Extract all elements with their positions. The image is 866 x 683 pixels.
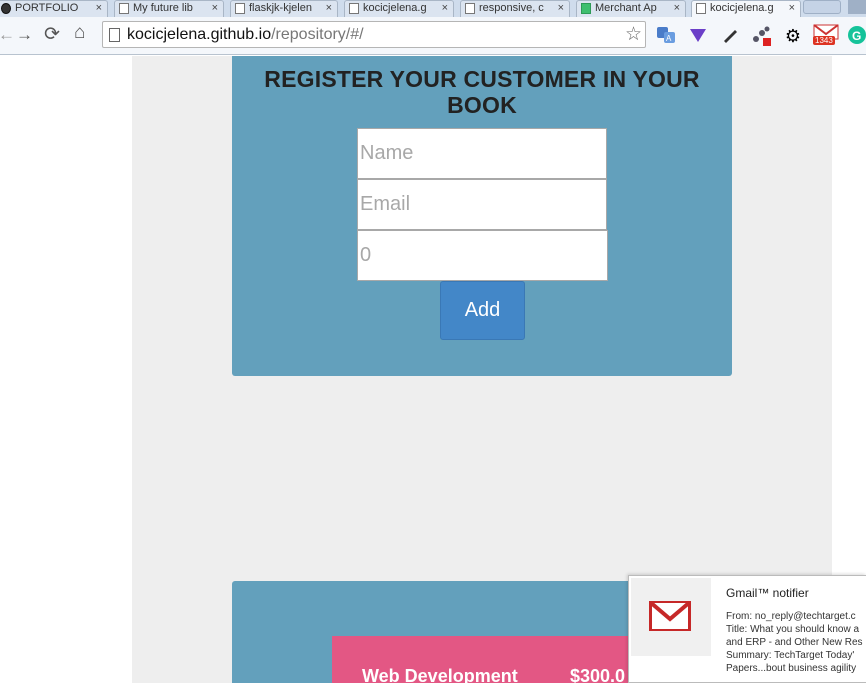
tab-title: kocicjelena.g [363, 2, 427, 14]
gmail-extension-icon[interactable]: 1343 [813, 24, 839, 48]
tab-title: PORTFOLIO [15, 2, 79, 14]
browser-toolbar: ← → ⟳ ⌂ kocicjelena.github.io/repository… [0, 17, 866, 55]
tab-title: Merchant Ap [595, 2, 657, 14]
tab-title: flaskjk-kjelen [249, 2, 312, 14]
url-text[interactable]: kocicjelena.github.io/repository/#/ [127, 26, 364, 44]
email-input[interactable] [357, 179, 607, 230]
notifier-line: Summary: TechTarget Today' [726, 650, 855, 661]
add-button[interactable]: Add [440, 281, 525, 340]
vivaldi-extension-icon[interactable] [687, 25, 709, 47]
tab-merchant-ap[interactable]: Merchant Ap × [576, 0, 686, 17]
tab-title: My future lib [133, 2, 193, 14]
url-path: /repository/#/ [271, 26, 364, 43]
home-icon[interactable]: ⌂ [74, 22, 85, 44]
gmail-notifier-popup[interactable]: Gmail™ notifier From: no_reply@techtarge… [628, 575, 866, 683]
tab-responsive[interactable]: responsive, c × [460, 0, 570, 17]
tab-title: kocicjelena.g [710, 2, 774, 14]
notifier-title: Gmail™ notifier [726, 586, 809, 600]
notifier-line: From: no_reply@techtarget.c [726, 611, 856, 622]
close-tab-icon[interactable]: × [789, 1, 795, 15]
close-tab-icon[interactable]: × [442, 1, 448, 15]
tab-title: responsive, c [479, 2, 544, 14]
tab-portfolio[interactable]: PORTFOLIO × [0, 0, 108, 17]
service-price: $300.0 [570, 666, 626, 683]
back-arrow-icon[interactable]: ← [0, 25, 15, 45]
pen-extension-icon[interactable] [719, 25, 741, 47]
tab-kocicjelena-active[interactable]: kocicjelena.g × [691, 0, 801, 17]
reload-icon[interactable]: ⟳ [44, 23, 60, 46]
new-tab-button[interactable] [803, 0, 841, 14]
notifier-line: Papers...bout business agility [726, 663, 857, 674]
notifier-line: Title: What you should know a [726, 624, 860, 635]
page-favicon-icon [349, 3, 359, 14]
grammarly-extension-icon[interactable]: G [846, 25, 866, 47]
forward-arrow-icon[interactable]: → [16, 25, 33, 45]
page-favicon-icon [235, 3, 245, 14]
translate-extension-icon[interactable]: A [655, 25, 677, 47]
notifier-line: and ERP - and Other New Res [726, 637, 863, 648]
tab-my-future-lib[interactable]: My future lib × [114, 0, 224, 17]
notifier-body: From: no_reply@techtarget.c Title: What … [726, 610, 866, 675]
service-name: Web Development [362, 666, 518, 683]
unread-count-badge: 1343 [813, 36, 835, 45]
network-extension-icon[interactable] [751, 25, 773, 47]
number-input[interactable] [357, 230, 608, 281]
window-control-icon[interactable] [848, 0, 866, 14]
tab-kocicjelena-1[interactable]: kocicjelena.g × [344, 0, 454, 17]
portfolio-favicon-icon [1, 3, 11, 14]
svg-text:A: A [666, 34, 672, 43]
url-host: kocicjelena.github.io [127, 26, 272, 43]
svg-text:G: G [852, 29, 861, 43]
close-tab-icon[interactable]: × [674, 1, 680, 15]
browser-tab-bar: PORTFOLIO × My future lib × flaskjk-kjel… [0, 0, 866, 17]
close-tab-icon[interactable]: × [326, 1, 332, 15]
page-favicon-icon [696, 3, 706, 14]
page-favicon-icon [465, 3, 475, 14]
close-tab-icon[interactable]: × [96, 1, 102, 15]
close-tab-icon[interactable]: × [558, 1, 564, 15]
settings-gear-icon[interactable]: ⚙ [782, 25, 804, 47]
gmail-logo-icon [649, 601, 691, 631]
address-bar[interactable]: kocicjelena.github.io/repository/#/ ☆ [102, 21, 646, 48]
page-icon [109, 28, 120, 42]
tab-flaskjk[interactable]: flaskjk-kjelen × [230, 0, 338, 17]
register-customer-panel: REGISTER YOUR CUSTOMER IN YOUR BOOK Add [232, 56, 732, 376]
notifier-logo-box [631, 578, 711, 656]
page-favicon-icon [119, 3, 129, 14]
name-input[interactable] [357, 128, 607, 179]
register-title: REGISTER YOUR CUSTOMER IN YOUR BOOK [264, 66, 700, 118]
merchant-favicon-icon [581, 3, 591, 14]
bookmark-star-icon[interactable]: ☆ [625, 23, 642, 46]
close-tab-icon[interactable]: × [212, 1, 218, 15]
